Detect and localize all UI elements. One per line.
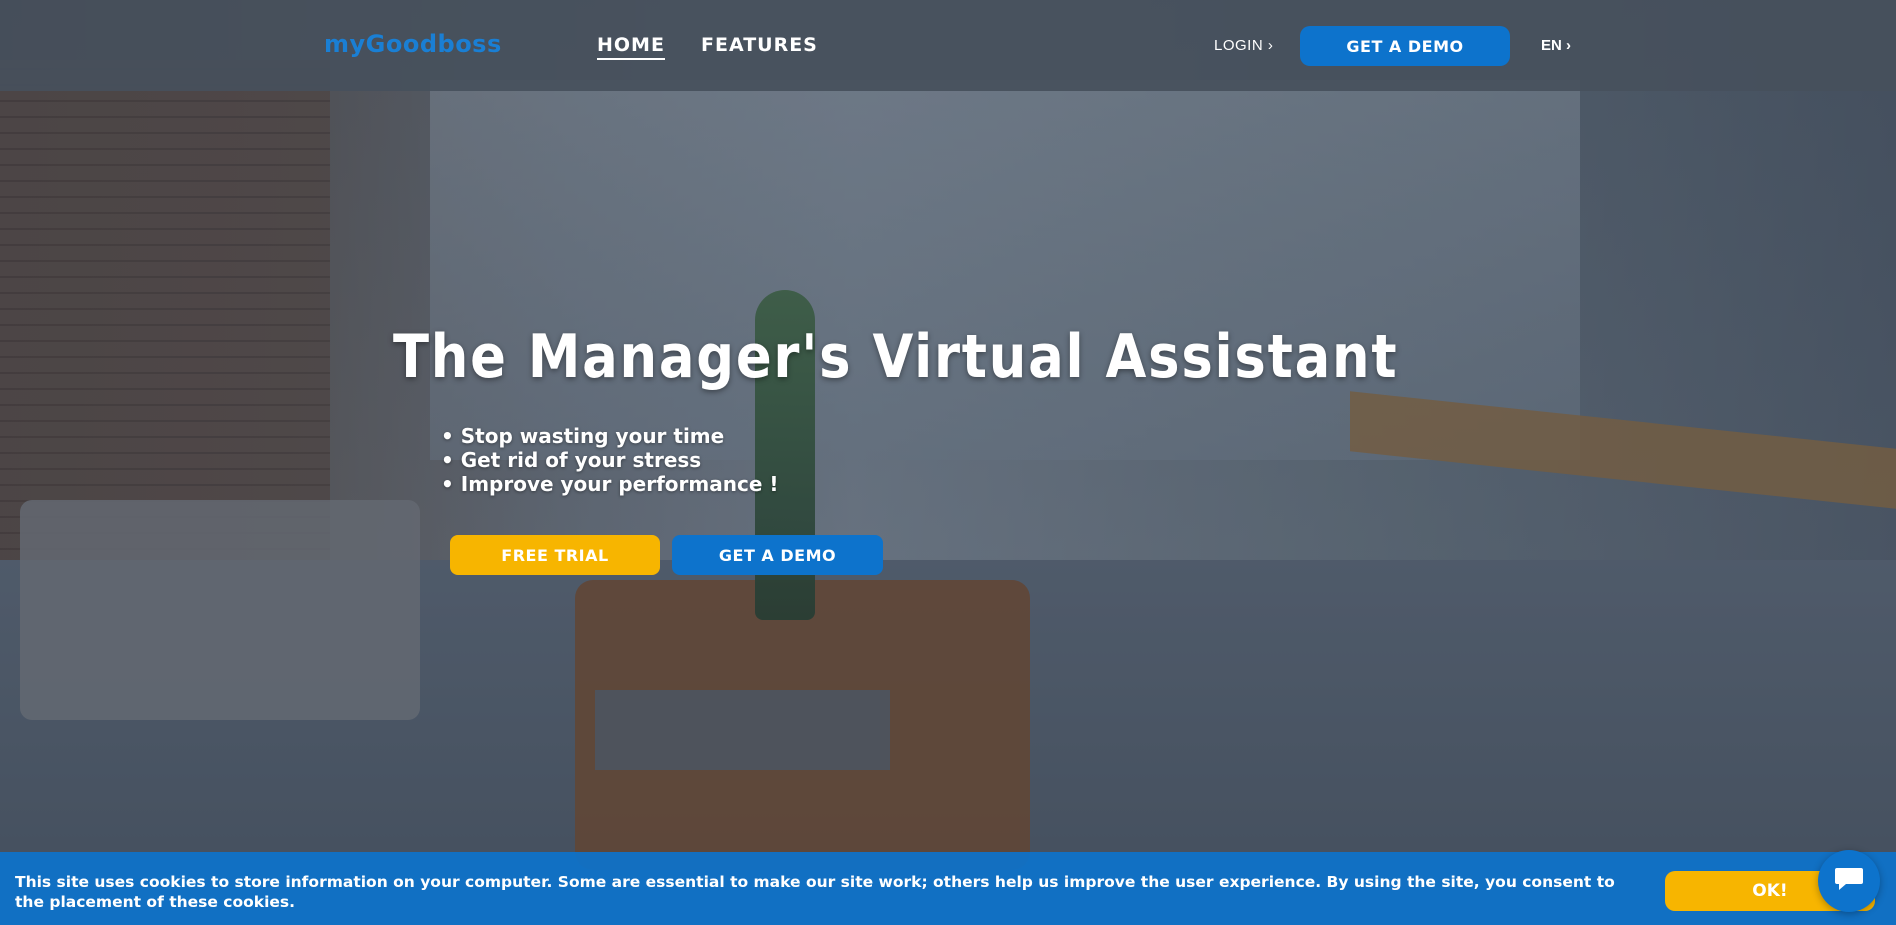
- site-logo[interactable]: myGoodboss: [324, 30, 502, 58]
- cookie-message: This site uses cookies to store informat…: [15, 873, 1615, 911]
- chat-button[interactable]: [1818, 850, 1880, 912]
- chevron-right-icon: ›: [1566, 37, 1572, 54]
- nav-home[interactable]: HOME: [597, 34, 665, 60]
- hero-overlay: [0, 0, 1896, 925]
- language-label: EN: [1541, 37, 1562, 54]
- chat-bubble-icon: [1834, 865, 1864, 898]
- language-selector[interactable]: EN ›: [1541, 37, 1571, 54]
- bullet-item: • Improve your performance !: [441, 472, 779, 496]
- chevron-right-icon: ›: [1267, 37, 1274, 54]
- landing-page: myGoodboss HOME FEATURES LOGIN › GET A D…: [0, 0, 1896, 925]
- hero-bullet-list: • Stop wasting your time • Get rid of yo…: [441, 424, 778, 496]
- free-trial-button[interactable]: FREE TRIAL: [450, 535, 660, 575]
- bullet-item: • Get rid of your stress: [441, 448, 702, 472]
- get-demo-hero-button[interactable]: GET A DEMO: [672, 535, 883, 575]
- login-link[interactable]: LOGIN ›: [1214, 37, 1273, 54]
- get-demo-header-button[interactable]: GET A DEMO: [1300, 26, 1510, 66]
- hero-title: The Manager's Virtual Assistant: [393, 322, 1399, 392]
- bullet-item: • Stop wasting your time: [441, 424, 725, 448]
- login-label: LOGIN: [1214, 37, 1264, 54]
- nav-features[interactable]: FEATURES: [701, 34, 818, 56]
- cookie-banner: This site uses cookies to store informat…: [0, 852, 1896, 925]
- site-header: myGoodboss HOME FEATURES LOGIN › GET A D…: [0, 0, 1896, 91]
